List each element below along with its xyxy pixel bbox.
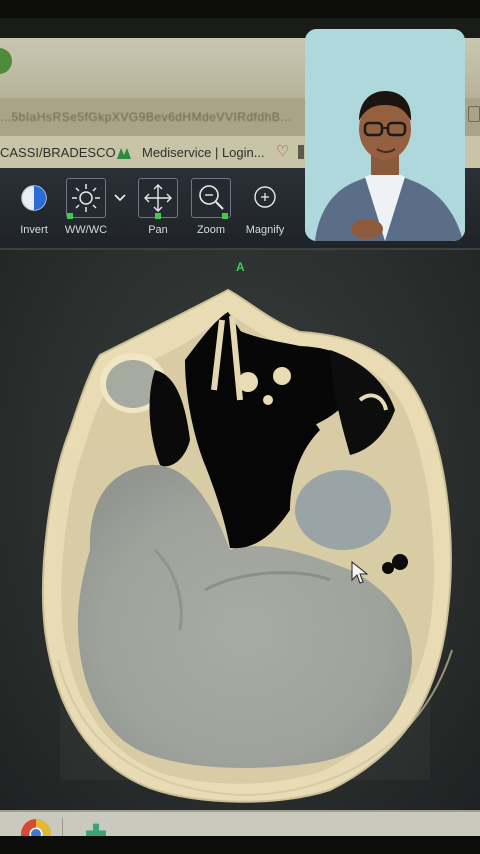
bookmark-mediservice[interactable]: Mediservice | Login... — [142, 145, 265, 160]
url-text: ...5bIaHsRSe5fGkpXVG9Bev6dHMdeVVIRdfdhB.… — [0, 110, 292, 124]
mediservice-logo-icon — [117, 148, 131, 159]
taskbar-separator — [62, 818, 63, 836]
zoom-tool-button[interactable]: Zoom — [186, 178, 236, 236]
magnify-icon — [245, 178, 285, 218]
brightness-icon — [66, 178, 106, 219]
wwwc-dropdown-button[interactable] — [108, 178, 132, 221]
active-indicator — [155, 213, 161, 219]
chevron-down-icon — [114, 194, 126, 202]
bookmark-cassi-bradesco[interactable]: CASSI/BRADESCO — [0, 145, 116, 160]
wwwc-tool-button[interactable]: WW/WC — [61, 178, 111, 236]
presenter-webcam — [305, 29, 465, 241]
pan-tool-button[interactable]: Pan — [133, 178, 183, 236]
wwwc-label: WW/WC — [64, 224, 108, 236]
pan-arrows-icon — [138, 178, 178, 219]
plus-app-icon[interactable]: ✚ — [82, 820, 110, 836]
heart-bookmark-icon[interactable]: ♡ — [276, 144, 294, 160]
extension-icon[interactable] — [468, 106, 480, 122]
ct-axial-image[interactable] — [0, 250, 480, 810]
presenter-video — [305, 29, 465, 241]
invert-tool-button[interactable]: Invert — [9, 178, 59, 236]
os-taskbar — [0, 810, 480, 836]
magnify-tool-button[interactable]: Magnify — [240, 178, 290, 236]
orientation-marker-anterior: A — [236, 260, 245, 274]
invert-label: Invert — [20, 224, 48, 236]
pan-label: Pan — [148, 224, 168, 236]
active-indicator — [222, 213, 228, 219]
right-temporal-lobe — [295, 470, 391, 550]
zoom-icon — [191, 178, 231, 219]
active-indicator — [67, 213, 73, 219]
mouse-cursor-icon — [351, 561, 369, 584]
magnify-label: Magnify — [245, 224, 285, 236]
invert-icon — [14, 178, 54, 218]
zoom-label: Zoom — [196, 224, 226, 236]
bookmark-truncated[interactable] — [298, 145, 304, 159]
